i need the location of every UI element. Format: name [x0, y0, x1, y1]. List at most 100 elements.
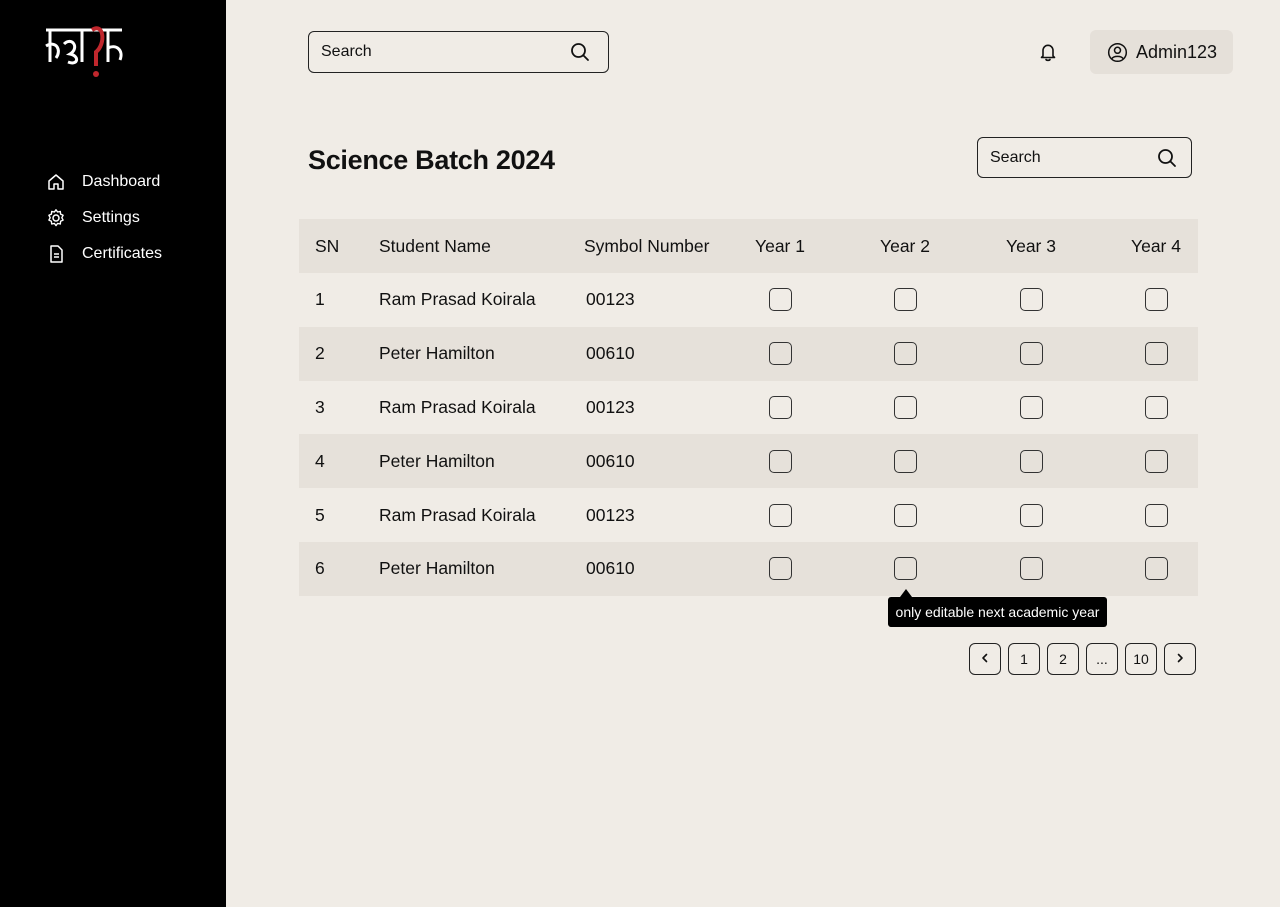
year-1-checkbox[interactable] — [768, 449, 792, 473]
page-button-2[interactable]: 2 — [1047, 643, 1079, 675]
cell-year-2 — [872, 381, 938, 435]
cell-year-3 — [998, 542, 1064, 596]
sidebar-item-dashboard[interactable]: Dashboard — [46, 164, 162, 200]
table-search — [977, 137, 1192, 178]
notification-bell-icon[interactable] — [1037, 41, 1059, 63]
page-button-10[interactable]: 10 — [1125, 643, 1157, 675]
document-icon — [46, 244, 66, 264]
table-body: 1 Ram Prasad Koirala 00123 2 Peter Hamilton 0… — [299, 273, 1198, 596]
user-menu-button[interactable]: Admin123 — [1090, 30, 1233, 74]
year-2-checkbox[interactable] — [893, 342, 917, 366]
year-4-checkbox[interactable] — [1144, 503, 1168, 527]
page-button-1[interactable]: 1 — [1008, 643, 1040, 675]
year-2-checkbox[interactable] — [893, 395, 917, 419]
sidebar-nav: Dashboard Settings Certificates — [46, 164, 162, 272]
user-icon — [1107, 42, 1128, 63]
cell-year-4 — [1123, 273, 1189, 327]
year-3-checkbox[interactable] — [1019, 342, 1043, 366]
cell-year-2 — [872, 327, 938, 381]
gear-icon — [46, 208, 66, 228]
cell-year-4 — [1123, 381, 1189, 435]
column-header-sn: SN — [315, 235, 340, 256]
global-search — [308, 31, 609, 73]
column-header-year-3: Year 3 — [1006, 235, 1056, 256]
cell-sn: 6 — [315, 558, 325, 579]
home-icon — [46, 172, 66, 192]
cell-symbol-number: 00123 — [586, 396, 635, 417]
year-3-checkbox[interactable] — [1019, 449, 1043, 473]
column-header-symbol-number: Symbol Number — [584, 235, 710, 256]
page-title: Science Batch 2024 — [308, 145, 555, 175]
cell-year-2 — [872, 434, 938, 488]
year-4-checkbox[interactable] — [1144, 557, 1168, 581]
cell-symbol-number: 00610 — [586, 558, 635, 579]
cell-student-name: Peter Hamilton — [379, 343, 495, 364]
sidebar-item-label: Dashboard — [82, 173, 161, 190]
year-1-checkbox[interactable] — [768, 557, 792, 581]
cell-student-name: Ram Prasad Koirala — [379, 504, 536, 525]
cell-symbol-number: 00610 — [586, 450, 635, 471]
cell-sn: 1 — [315, 289, 325, 310]
sidebar-item-settings[interactable]: Settings — [46, 200, 162, 236]
table-row: 4 Peter Hamilton 00610 — [299, 434, 1198, 489]
column-header-student-name: Student Name — [379, 235, 491, 256]
year-1-checkbox[interactable] — [768, 503, 792, 527]
year-4-checkbox[interactable] — [1144, 288, 1168, 312]
cell-year-4 — [1123, 434, 1189, 488]
table-search-input[interactable] — [990, 138, 1150, 177]
cell-year-2 — [872, 542, 938, 596]
pagination: 1 2 ... 10 — [969, 643, 1196, 675]
cell-sn: 2 — [315, 343, 325, 364]
cell-year-3 — [998, 273, 1064, 327]
cell-symbol-number: 00610 — [586, 343, 635, 364]
cell-student-name: Peter Hamilton — [379, 450, 495, 471]
year-4-checkbox[interactable] — [1144, 449, 1168, 473]
table-row: 3 Ram Prasad Koirala 00123 — [299, 381, 1198, 435]
sidebar-item-certificates[interactable]: Certificates — [46, 236, 162, 272]
year-4-checkbox[interactable] — [1144, 342, 1168, 366]
cell-year-2 — [872, 273, 938, 327]
cell-year-4 — [1123, 327, 1189, 381]
cell-year-2 — [872, 488, 938, 542]
global-search-input[interactable] — [321, 32, 546, 72]
year-2-checkbox[interactable] — [893, 503, 917, 527]
search-icon[interactable] — [570, 42, 590, 62]
search-icon[interactable] — [1157, 148, 1177, 168]
students-table: SN Student Name Symbol Number Year 1 Yea… — [299, 219, 1198, 596]
prev-page-button[interactable] — [969, 643, 1001, 675]
next-page-button[interactable] — [1164, 643, 1196, 675]
year-3-checkbox[interactable] — [1019, 557, 1043, 581]
page-ellipsis[interactable]: ... — [1086, 643, 1118, 675]
year-1-checkbox[interactable] — [768, 342, 792, 366]
cell-year-3 — [998, 434, 1064, 488]
cell-year-3 — [998, 327, 1064, 381]
cell-year-1 — [747, 488, 813, 542]
table-header-row: SN Student Name Symbol Number Year 1 Yea… — [299, 219, 1198, 273]
year-2-checkbox[interactable] — [893, 557, 917, 581]
user-name: Admin123 — [1136, 41, 1218, 62]
year-2-checkbox[interactable] — [893, 288, 917, 312]
table-row: 6 Peter Hamilton 00610 — [299, 541, 1198, 596]
cell-sn: 4 — [315, 450, 325, 471]
column-header-year-4: Year 4 — [1131, 235, 1181, 256]
year-3-checkbox[interactable] — [1019, 503, 1043, 527]
chevron-right-icon — [1174, 651, 1186, 667]
column-header-year-2: Year 2 — [880, 235, 930, 256]
table-row: 1 Ram Prasad Koirala 00123 — [299, 273, 1198, 327]
cell-student-name: Peter Hamilton — [379, 558, 495, 579]
cell-year-4 — [1123, 542, 1189, 596]
cell-year-1 — [747, 434, 813, 488]
year-3-checkbox[interactable] — [1019, 395, 1043, 419]
year-1-checkbox[interactable] — [768, 395, 792, 419]
year-4-checkbox[interactable] — [1144, 395, 1168, 419]
cell-year-3 — [998, 381, 1064, 435]
year-2-checkbox[interactable] — [893, 449, 917, 473]
column-header-year-1: Year 1 — [755, 235, 805, 256]
brand-logo[interactable] — [42, 22, 132, 80]
cell-sn: 5 — [315, 504, 325, 525]
cell-year-1 — [747, 273, 813, 327]
cell-year-1 — [747, 327, 813, 381]
cell-year-3 — [998, 488, 1064, 542]
year-3-checkbox[interactable] — [1019, 288, 1043, 312]
year-1-checkbox[interactable] — [768, 288, 792, 312]
